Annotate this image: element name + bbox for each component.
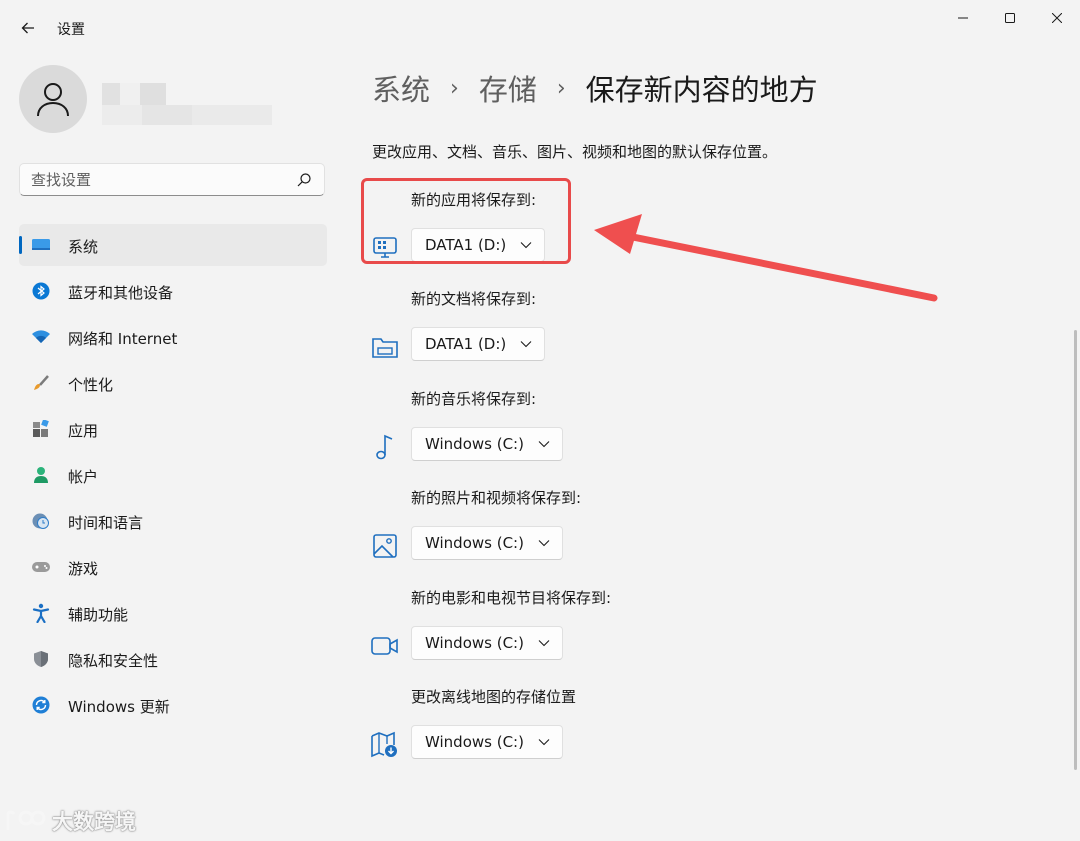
maximize-button[interactable] [987,6,1033,30]
setting-offline-maps-location: 更改离线地图的存储位置 Windows (C:) [370,686,790,766]
minimize-button[interactable] [940,6,986,30]
blurred-user-name [102,83,272,125]
documents-location-dropdown[interactable]: DATA1 (D:) [411,327,546,361]
chevron-down-icon [520,338,532,350]
sidebar-item-label: 网络和 Internet [68,330,178,348]
apps-icon [31,419,51,439]
annotation-arrow-icon [594,214,938,302]
sidebar-item-label: Windows 更新 [68,698,170,716]
monitor-icon [31,235,51,255]
logo-icon [6,810,46,830]
watermark-text: 大数跨境 [52,810,136,834]
back-button[interactable] [14,14,42,42]
image-icon [370,531,400,561]
breadcrumb-system[interactable]: 系统 [372,67,430,109]
sidebar-item-label: 应用 [68,422,99,440]
close-button[interactable] [1034,6,1080,30]
shield-icon [31,649,51,669]
sidebar-item-windows-update[interactable]: Windows 更新 [19,684,327,726]
chevron-down-icon [538,438,550,450]
setting-label: 新的电影和电视节目将保存到: [411,589,612,607]
scrollbar[interactable] [1074,330,1077,770]
chevron-right-icon: › [556,75,566,101]
accessibility-icon [31,603,51,623]
page-title: 保存新内容的地方 [585,73,818,107]
sidebar-item-accessibility[interactable]: 辅助功能 [19,592,327,634]
dropdown-value: Windows (C:) [425,634,524,652]
search-icon[interactable] [296,172,312,188]
setting-label: 新的音乐将保存到: [411,390,537,408]
chevron-down-icon [538,637,550,649]
bluetooth-icon [31,281,51,301]
photos-location-dropdown[interactable]: Windows (C:) [411,526,563,560]
sidebar-item-label: 系统 [68,238,99,256]
maximize-icon [1005,13,1015,23]
sidebar-item-label: 时间和语言 [68,514,144,532]
setting-music-location: 新的音乐将保存到: Windows (C:) [370,388,790,468]
setting-movies-location: 新的电影和电视节目将保存到: Windows (C:) [370,587,790,667]
setting-label: 更改离线地图的存储位置 [411,688,577,706]
minimize-icon [958,17,968,19]
arrow-left-icon [21,22,34,34]
video-camera-icon [370,631,400,661]
map-download-icon [370,730,400,760]
music-location-dropdown[interactable]: Windows (C:) [411,427,563,461]
sidebar-item-bluetooth[interactable]: 蓝牙和其他设备 [19,270,327,312]
brush-icon [31,373,51,393]
sidebar-item-system[interactable]: 系统 [19,224,327,266]
movies-location-dropdown[interactable]: Windows (C:) [411,626,563,660]
sidebar-item-apps[interactable]: 应用 [19,408,327,450]
sidebar-item-privacy[interactable]: 隐私和安全性 [19,638,327,680]
sidebar-item-label: 游戏 [68,560,99,578]
watermark: 大数跨境 [4,805,136,837]
sidebar-item-gaming[interactable]: 游戏 [19,546,327,588]
sidebar-item-label: 个性化 [68,376,114,394]
app-title: 设置 [57,22,85,38]
search-box[interactable] [19,163,325,196]
title-bar: 设置 [0,0,1080,56]
setting-photos-location: 新的照片和视频将保存到: Windows (C:) [370,487,790,567]
dropdown-value: Windows (C:) [425,733,524,751]
close-icon [1052,13,1062,23]
search-input[interactable] [20,164,301,195]
sidebar-nav: 系统 蓝牙和其他设备 网络和 Internet 个性化 应用 帐户 时间和语言 … [19,224,327,730]
page-description: 更改应用、文档、音乐、图片、视频和地图的默认保存位置。 [372,143,778,161]
dropdown-value: DATA1 (D:) [425,335,507,353]
account-icon [31,465,51,485]
breadcrumb-storage[interactable]: 存储 [479,67,537,109]
sidebar-item-personalization[interactable]: 个性化 [19,362,327,404]
folder-document-icon [370,332,400,362]
update-icon [31,695,51,715]
chevron-down-icon [538,736,550,748]
breadcrumb: 系统 › 存储 › 保存新内容的地方 [372,66,818,110]
sidebar-item-time-language[interactable]: 时间和语言 [19,500,327,542]
setting-label: 新的照片和视频将保存到: [411,489,582,507]
chevron-down-icon [538,537,550,549]
sidebar-item-network[interactable]: 网络和 Internet [19,316,327,358]
sidebar-item-label: 帐户 [68,468,99,486]
dropdown-value: Windows (C:) [425,435,524,453]
maps-location-dropdown[interactable]: Windows (C:) [411,725,563,759]
sidebar-item-accounts[interactable]: 帐户 [19,454,327,496]
gamepad-icon [31,557,51,577]
avatar[interactable] [19,65,87,133]
person-icon [37,83,69,117]
dropdown-value: Windows (C:) [425,534,524,552]
sidebar-item-label: 蓝牙和其他设备 [68,284,174,302]
chevron-right-icon: › [450,75,459,101]
clock-globe-icon [31,511,51,531]
wifi-icon [31,327,51,347]
sidebar-item-label: 辅助功能 [68,606,129,624]
highlight-box [361,178,571,264]
setting-label: 新的文档将保存到: [411,290,537,308]
music-note-icon [370,432,400,462]
sidebar-item-label: 隐私和安全性 [68,652,159,670]
